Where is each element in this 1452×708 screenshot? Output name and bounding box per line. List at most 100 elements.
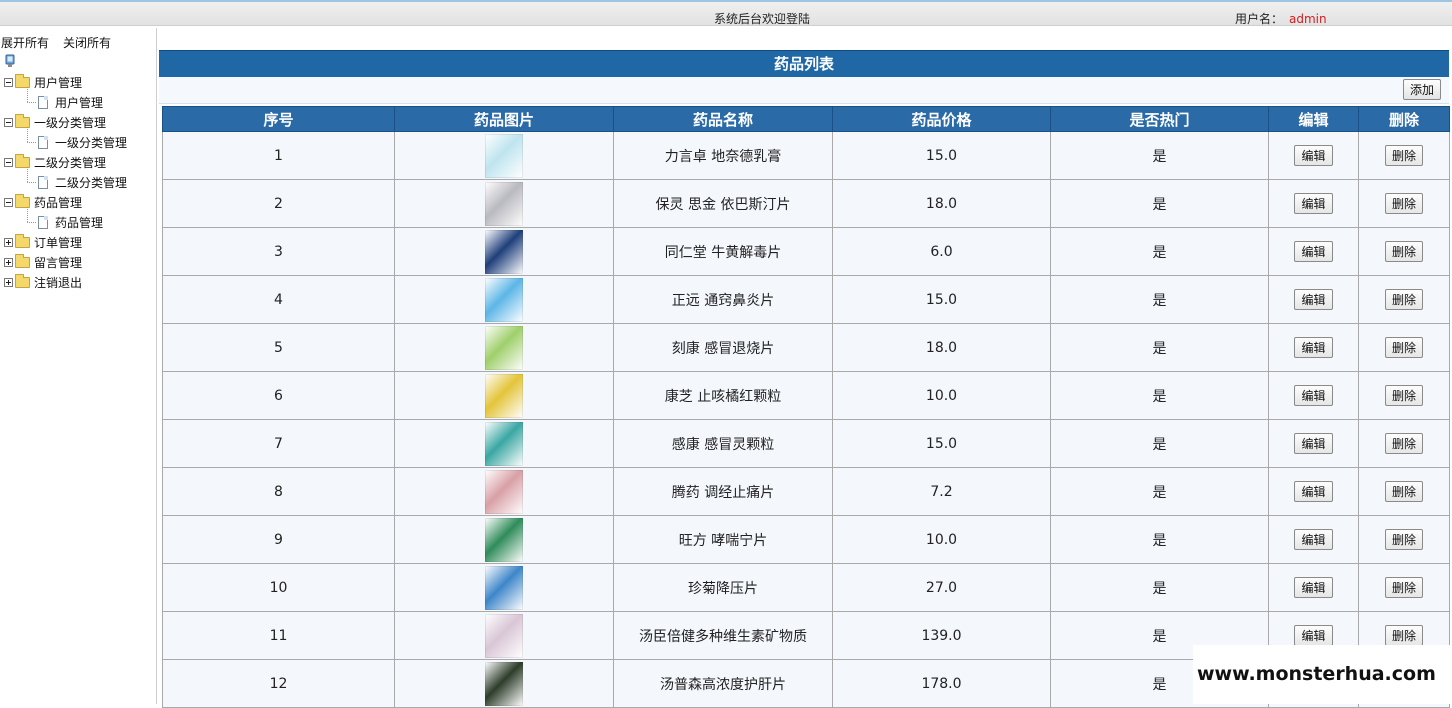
delete-button[interactable]: 删除 (1384, 577, 1423, 598)
edit-button[interactable]: 编辑 (1294, 481, 1333, 502)
cell-name: 刻康 感冒退烧片 (613, 323, 833, 372)
tree-connector (27, 102, 36, 103)
folder-icon (15, 153, 30, 168)
cell-no: 4 (162, 275, 395, 324)
drug-table: 序号 药品图片 药品名称 药品价格 是否热门 编辑 删除 1 力言卓 地奈德乳膏 1… (162, 106, 1450, 708)
drug-image (485, 325, 523, 370)
expand-all-link[interactable]: 展开所有 (1, 34, 49, 51)
tree-item-label: 一级分类管理 (55, 135, 128, 150)
folder-icon (15, 253, 30, 268)
edit-button[interactable]: 编辑 (1294, 145, 1333, 166)
delete-button[interactable]: 删除 (1384, 529, 1423, 550)
delete-button[interactable]: 删除 (1384, 481, 1423, 502)
delete-button[interactable]: 删除 (1384, 337, 1423, 358)
cell-edit: 编辑 (1268, 179, 1359, 228)
cell-delete: 删除 (1358, 371, 1450, 420)
cell-name: 正远 通窍鼻炎片 (613, 275, 833, 324)
expand-toggle-icon[interactable] (4, 237, 13, 247)
tree-connector (27, 222, 36, 223)
cell-image (394, 275, 614, 324)
tree-group-4[interactable]: 订单管理 (4, 233, 82, 250)
cell-name: 康芝 止咳橘红颗粒 (613, 371, 833, 420)
cell-edit: 编辑 (1268, 563, 1359, 612)
edit-button[interactable]: 编辑 (1294, 241, 1333, 262)
tree-item-1-0[interactable]: 一级分类管理 (38, 134, 127, 150)
edit-button[interactable]: 编辑 (1294, 577, 1333, 598)
edit-button[interactable]: 编辑 (1294, 433, 1333, 454)
table-row: 7 感康 感冒灵颗粒 15.0 是 编辑 删除 (162, 419, 1450, 468)
cell-image (394, 515, 614, 564)
table-row: 4 正远 通窍鼻炎片 15.0 是 编辑 删除 (162, 275, 1450, 324)
page-icon (38, 175, 48, 189)
drug-image (485, 229, 523, 274)
delete-button[interactable]: 删除 (1384, 433, 1423, 454)
tree-group-5[interactable]: 留言管理 (4, 253, 82, 270)
expand-toggle-icon[interactable] (4, 277, 13, 287)
cell-hot: 是 (1050, 419, 1269, 468)
page-icon (38, 135, 48, 149)
drug-image (485, 661, 523, 706)
tree-item-3-0[interactable]: 药品管理 (38, 214, 103, 230)
table-row: 5 刻康 感冒退烧片 18.0 是 编辑 删除 (162, 323, 1450, 372)
cell-image (394, 323, 614, 372)
collapse-toggle-icon[interactable] (4, 117, 13, 127)
cell-hot: 是 (1050, 179, 1269, 228)
cell-edit: 编辑 (1268, 275, 1359, 324)
collapse-toggle-icon[interactable] (4, 157, 13, 167)
folder-icon (15, 193, 30, 208)
collapse-toggle-icon[interactable] (4, 197, 13, 207)
collapse-toggle-icon[interactable] (4, 77, 13, 87)
tree-group-0[interactable]: 用户管理 (4, 73, 82, 90)
cell-edit: 编辑 (1268, 467, 1359, 516)
tree-group-1[interactable]: 一级分类管理 (4, 113, 107, 130)
delete-button[interactable]: 删除 (1384, 145, 1423, 166)
cell-price: 15.0 (832, 419, 1051, 468)
drug-image (485, 517, 523, 562)
edit-button[interactable]: 编辑 (1294, 625, 1333, 646)
expand-toggle-icon[interactable] (4, 257, 13, 267)
cell-no: 8 (162, 467, 395, 516)
system-title: 系统后台欢迎登陆 (714, 12, 811, 26)
edit-button[interactable]: 编辑 (1294, 385, 1333, 406)
cell-image (394, 131, 614, 180)
delete-button[interactable]: 删除 (1384, 241, 1423, 262)
collapse-all-link[interactable]: 关闭所有 (63, 34, 111, 51)
cell-name: 同仁堂 牛黄解毒片 (613, 227, 833, 276)
tree-group-label: 一级分类管理 (34, 115, 107, 130)
drug-image (485, 181, 523, 226)
drug-image (485, 469, 523, 514)
cell-hot: 是 (1050, 467, 1269, 516)
delete-button[interactable]: 删除 (1384, 289, 1423, 310)
delete-button[interactable]: 删除 (1384, 625, 1423, 646)
table-row: 9 旺方 哮喘宁片 10.0 是 编辑 删除 (162, 515, 1450, 564)
delete-button[interactable]: 删除 (1384, 385, 1423, 406)
tree-group-label: 药品管理 (34, 195, 83, 210)
folder-icon (15, 73, 30, 88)
top-bar: 系统后台欢迎登陆 用户名： admin (0, 0, 1452, 26)
edit-button[interactable]: 编辑 (1294, 337, 1333, 358)
table-row: 3 同仁堂 牛黄解毒片 6.0 是 编辑 删除 (162, 227, 1450, 276)
cell-edit: 编辑 (1268, 323, 1359, 372)
edit-button[interactable]: 编辑 (1294, 289, 1333, 310)
tree-item-2-0[interactable]: 二级分类管理 (38, 174, 127, 190)
cell-edit: 编辑 (1268, 419, 1359, 468)
tree-group-2[interactable]: 二级分类管理 (4, 153, 106, 170)
tree-group-3[interactable]: 药品管理 (4, 193, 83, 210)
tree-connector (27, 87, 28, 102)
cell-delete: 删除 (1358, 179, 1450, 228)
cell-image (394, 179, 614, 228)
cell-image (394, 227, 614, 276)
cell-price: 10.0 (832, 515, 1051, 564)
add-button[interactable]: 添加 (1402, 79, 1441, 100)
tree-group-6[interactable]: 注销退出 (4, 273, 82, 290)
edit-button[interactable]: 编辑 (1294, 529, 1333, 550)
cell-edit: 编辑 (1268, 227, 1359, 276)
cell-price: 10.0 (832, 371, 1051, 420)
watermark: www.monsterhua.com (1193, 645, 1452, 704)
edit-button[interactable]: 编辑 (1294, 193, 1333, 214)
delete-button[interactable]: 删除 (1384, 193, 1423, 214)
cell-delete: 删除 (1358, 275, 1450, 324)
tree-item-0-0[interactable]: 用户管理 (38, 94, 103, 110)
col-header-image: 药品图片 (394, 106, 614, 132)
cell-no: 2 (162, 179, 395, 228)
